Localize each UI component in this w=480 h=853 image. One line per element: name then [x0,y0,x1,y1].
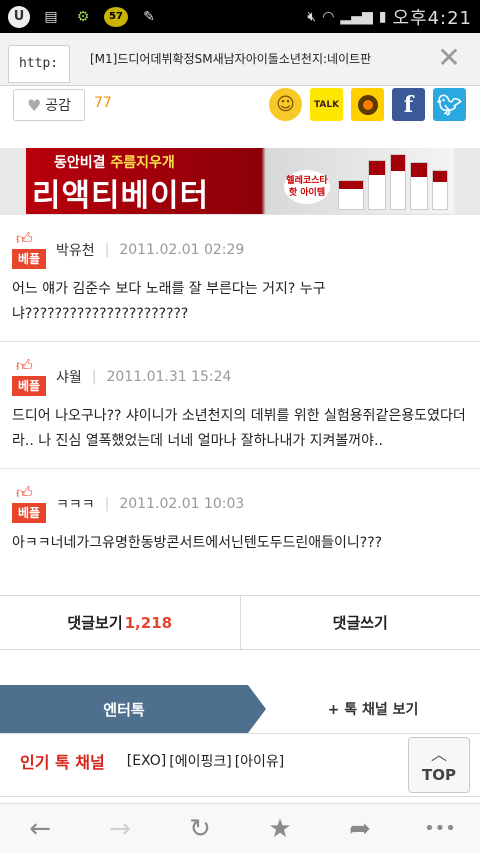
comment-date: 2011.02.01 10:03 [119,496,245,512]
thumbs-up-icon: 👍︎ [16,229,33,248]
clock: 오후4:21 [392,7,472,29]
battery-icon: ▮ [378,8,387,25]
url-tab[interactable]: http: [8,45,70,83]
close-icon[interactable]: ✕ [434,43,464,73]
divider: | [104,242,110,258]
u-plus-icon: U [8,5,30,28]
product-image [432,170,448,210]
banner-ad[interactable]: 동안비결 주름지우개 리액티베이터 헬레코스타 핫 아이템 [0,148,480,214]
signal-icon: ▂▄▆ [340,8,373,25]
emoji-icon[interactable]: ☺ [269,88,302,121]
sd-card-icon: ▤ [44,8,58,25]
page-title: [M1]드디어데뷔확정SM새남자아이돌소년천지:네이트판 [90,52,372,66]
comment-body: 드디어 나오구나?? 샤이니가 소년천지의 데뷔를 위한 실험용쥐같은용도였다더… [12,408,466,449]
facebook-icon[interactable]: f [392,88,425,121]
product-image [368,160,386,210]
popular-channel-link[interactable]: [EXO] [127,753,166,769]
bookmark-icon[interactable]: ★ [260,809,300,849]
more-icon[interactable]: ••• [420,809,460,849]
comment-item: 👍︎ 베플 박유천 | 2011.02.01 02:29 어느 얘가 김준수 보… [0,214,480,341]
forward-icon[interactable]: → [100,809,140,849]
banner-badge: 헬레코스타 핫 아이템 [284,170,330,204]
thumbs-up-icon: 👍︎ [16,356,33,375]
banner-image: 동안비결 주름지우개 리액티베이터 헬레코스타 핫 아이템 [26,148,454,214]
android-debug-icon: ⚙ [76,8,90,25]
write-comment-button[interactable]: 댓글쓰기 [239,596,480,649]
divider [0,733,480,734]
thumbs-up-icon: 👍︎ [16,483,33,502]
divider: | [104,496,110,512]
comment-body: 어느 얘가 김준수 보다 노래를 잘 부른다는 거지? 누구냐?????????… [12,281,326,322]
product-image [338,180,364,210]
divider: | [91,369,97,385]
comment-body: 아ㅋㅋ너네가그유명한동방콘서트에서닌텐도두드린애들이니??? [12,535,383,551]
popular-channel-link[interactable]: [아이유] [235,751,285,771]
view-comments-button[interactable]: 댓글보기 1,218 [0,596,240,649]
comment-list: 👍︎ 베플 박유천 | 2011.02.01 02:29 어느 얘가 김준수 보… [0,214,480,570]
product-image [410,162,428,210]
kakaostory-icon[interactable] [351,88,384,121]
comment-date: 2011.02.01 02:29 [119,242,245,258]
tab-enter-talk[interactable]: 엔터톡 [0,685,248,733]
share-icon[interactable]: ➦ [340,809,380,849]
badge-57-icon: 57 [104,6,128,27]
mute-icon: 🔇︎ [307,8,317,25]
banner-subtitle: 동안비결 주름지우개 [54,155,175,171]
product-image [390,154,406,210]
like-button[interactable]: ♥ 공감 [13,89,85,121]
popular-channel-link[interactable]: [에이핑크] [169,751,231,771]
kakaotalk-icon[interactable]: TALK [310,88,343,121]
best-comment-badge: 👍︎ 베플 [12,485,46,523]
twitter-icon[interactable]: 🐦︎ [433,88,466,121]
tab-arrow [248,685,266,733]
comment-author[interactable]: 박유천 [56,240,95,260]
comment-item: 👍︎ 베플 ㅋㅋㅋ | 2011.02.01 10:03 아ㅋㅋ너네가그유명한동… [0,468,480,570]
banner-main-text: 리액티베이터 [32,178,210,214]
back-icon[interactable]: ← [20,809,60,849]
chevron-up-icon: ︿ [430,745,447,764]
browser-toolbar: ← → ↻ ★ ➦ ••• [0,803,480,853]
status-left-icons: U ▤ ⚙ 57 ✎ [8,5,160,28]
status-bar: U ▤ ⚙ 57 ✎ 🔇︎ ◠ ▂▄▆ ▮ 오후4:21 [0,0,480,33]
like-count: 77 [94,95,112,111]
comment-count: 1,218 [124,613,173,632]
like-label: 공감 [45,98,72,114]
comment-date: 2011.01.31 15:24 [106,369,232,385]
best-comment-badge: 👍︎ 베플 [12,358,46,396]
comment-author[interactable]: 샤월 [56,367,82,387]
comment-author[interactable]: ㅋㅋㅋ [56,494,95,514]
browser-title-bar: http: [M1]드디어데뷔확정SM새남자아이돌소년천지:네이트판 ✕ [0,33,480,86]
tab-channel-view[interactable]: + 톡 채널 보기 [266,685,480,733]
pen-icon: ✎ [143,8,155,25]
popular-label: 인기 톡 채널 [20,753,105,772]
talk-tabs: 엔터톡 + 톡 채널 보기 [0,685,480,733]
scroll-top-button[interactable]: ︿ TOP [408,737,470,793]
comment-item: 👍︎ 베플 샤월 | 2011.01.31 15:24 드디어 나오구나?? 샤… [0,341,480,468]
divider [0,796,480,797]
heart-icon: ♥ [26,95,42,115]
comment-buttons: 댓글보기 1,218 댓글쓰기 [0,595,480,650]
best-comment-badge: 👍︎ 베플 [12,231,46,269]
top-label: TOP [422,766,456,784]
wifi-icon: ◠ [322,8,335,25]
status-right-icons: 🔇︎ ◠ ▂▄▆ ▮ 오후4:21 [307,4,472,30]
refresh-icon[interactable]: ↻ [180,809,220,849]
share-icons: ☺ TALK f 🐦︎ [269,88,466,121]
action-row: ♥ 공감 77 ☺ TALK f 🐦︎ [0,86,480,132]
